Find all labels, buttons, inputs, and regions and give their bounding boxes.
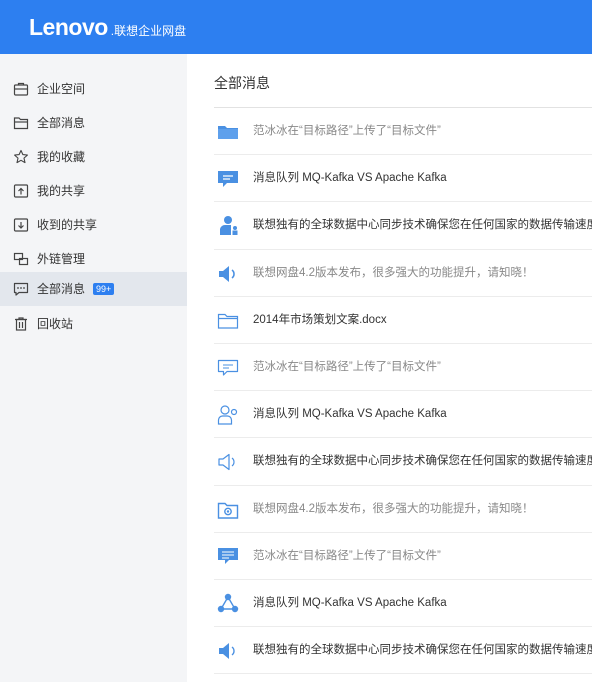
sidebar-item-label: 回收站 (37, 317, 74, 331)
folder-outline-icon (217, 313, 239, 329)
list-item[interactable]: 消息队列 MQ-Kafka VS Apache Kafka (214, 391, 592, 439)
message-text: 联想网盘4.2版本发布，很多强大的功能提升，请知晓！ (253, 266, 534, 279)
sidebar-item-label: 外链管理 (37, 252, 86, 266)
sidebar-item-label: 全部消息 (37, 282, 86, 296)
sidebar-item-label: 企业空间 (37, 82, 86, 96)
sidebar-item-my-shares[interactable]: 我的共享 (0, 174, 187, 208)
chat-icon (218, 171, 238, 188)
trash-icon (15, 317, 27, 331)
list-item[interactable]: 联想独有的全球数据中心同步技术确保您在任何国家的数据传输速度 (214, 438, 592, 486)
link-windows-icon (13, 252, 29, 266)
message-text: 消息队列 MQ-Kafka VS Apache Kafka (253, 172, 447, 185)
list-item[interactable]: 消息队列 MQ-Kafka VS Apache Kafka (214, 155, 592, 203)
chat-lines-icon (218, 547, 238, 564)
list-item[interactable]: 联想网盘4.2版本发布，很多强大的功能提升，请知晓！ (214, 486, 592, 533)
sidebar-item-all-messages[interactable]: 全部消息 (0, 106, 187, 140)
list-item[interactable]: 联想独有的全球数据中心同步技术确保您在任何国家的数据传输速度 (214, 627, 592, 675)
lenovo-logo[interactable]: Lenovo .联想企业网盘 (29, 14, 186, 41)
message-list: 范冰冰在“目标路径”上传了“目标文件” 消息队列 MQ-Kafka VS Apa… (214, 108, 592, 675)
message-text: 联想独有的全球数据中心同步技术确保您在任何国家的数据传输速度 (253, 219, 592, 232)
message-dots-icon (13, 282, 29, 296)
list-item[interactable]: 消息队列 MQ-Kafka VS Apache Kafka (214, 580, 592, 628)
message-text: 联想独有的全球数据中心同步技术确保您在任何国家的数据传输速度 (253, 455, 592, 468)
message-text: 范冰冰在“目标路径”上传了“目标文件” (253, 549, 441, 562)
sidebar-item-label: 我的共享 (37, 184, 86, 198)
list-item[interactable]: 范冰冰在“目标路径”上传了“目标文件” (214, 533, 592, 580)
logo-word: Lenovo (29, 14, 108, 40)
folder-outline-icon (13, 117, 29, 130)
sidebar-item-label: 收到的共享 (37, 218, 98, 232)
message-text: 联想独有的全球数据中心同步技术确保您在任何国家的数据传输速度 (253, 644, 592, 657)
message-text: 消息队列 MQ-Kafka VS Apache Kafka (253, 408, 447, 421)
sidebar-item-recycle-bin[interactable]: 回收站 (0, 307, 187, 341)
message-text: 联想网盘4.2版本发布，很多强大的功能提升，请知晓！ (253, 502, 534, 515)
message-text: 范冰冰在“目标路径”上传了“目标文件” (253, 360, 441, 373)
app-header: Lenovo .联想企业网盘 (0, 0, 592, 54)
briefcase-icon (13, 82, 29, 96)
sidebar-item-enterprise-space[interactable]: 企业空间 (0, 72, 187, 106)
sidebar: 企业空间 全部消息 我的收藏 我的共享 收到的共享 外链管理 全部消息 99+ … (0, 54, 187, 682)
download-box-icon (13, 218, 29, 232)
list-item[interactable]: 范冰冰在“目标路径”上传了“目标文件” (214, 344, 592, 392)
main-content: 全部消息 范冰冰在“目标路径”上传了“目标文件” 消息队列 MQ-Kafka V… (187, 54, 592, 682)
message-text: 范冰冰在“目标路径”上传了“目标文件” (253, 125, 441, 137)
upload-box-icon (13, 184, 29, 198)
sidebar-item-label: 全部消息 (37, 116, 86, 130)
sidebar-item-received-shares[interactable]: 收到的共享 (0, 208, 187, 242)
sidebar-item-label: 我的收藏 (37, 150, 86, 164)
sidebar-item-link-management[interactable]: 外链管理 (0, 242, 187, 276)
unread-count-badge: 99+ (93, 283, 115, 295)
speaker-outline-icon (218, 454, 235, 471)
folder-icon (218, 126, 238, 139)
speaker-icon (219, 643, 235, 660)
speaker-icon (219, 265, 235, 282)
share-nodes-icon (217, 593, 239, 613)
page-title: 全部消息 (214, 75, 270, 91)
list-item[interactable]: 联想网盘4.2版本发布，很多强大的功能提升，请知晓！ (214, 250, 592, 297)
message-text: 消息队列 MQ-Kafka VS Apache Kafka (253, 596, 447, 609)
list-item[interactable]: 2014年市场策划文案.docx (214, 297, 592, 344)
users-outline-icon (217, 405, 238, 425)
list-item[interactable]: 联想独有的全球数据中心同步技术确保您在任何国家的数据传输速度 (214, 202, 592, 250)
sidebar-item-all-messages-active[interactable]: 全部消息 99+ (0, 272, 187, 306)
camera-folder-icon (217, 502, 239, 519)
chat-outline-icon (217, 359, 239, 376)
users-icon (220, 216, 238, 236)
logo-product-name: .联想企业网盘 (110, 24, 187, 38)
star-icon (14, 149, 28, 164)
message-text: 2014年市场策划文案.docx (253, 313, 387, 326)
sidebar-item-favorites[interactable]: 我的收藏 (0, 140, 187, 174)
list-item[interactable]: 范冰冰在“目标路径”上传了“目标文件” (214, 108, 592, 156)
